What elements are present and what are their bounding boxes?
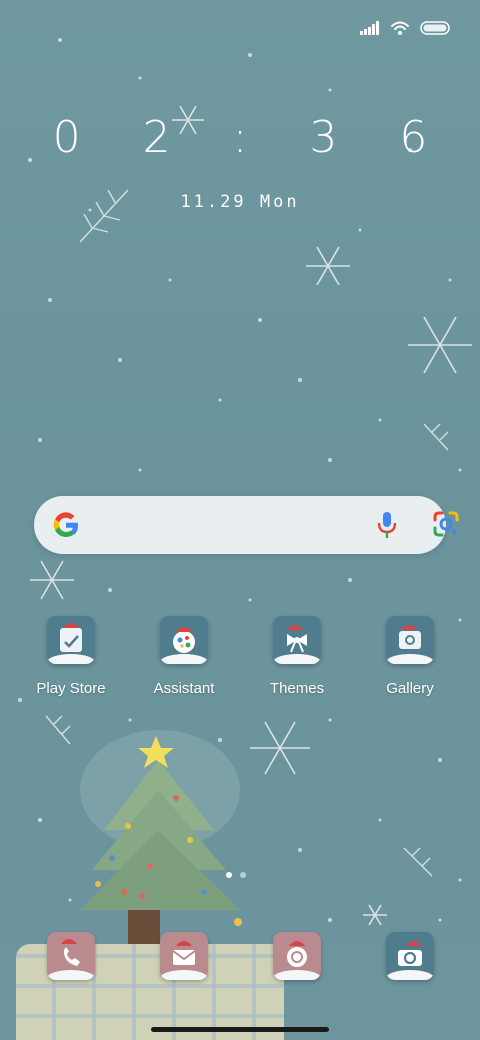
microphone-icon[interactable] <box>376 510 398 545</box>
date-text[interactable]: 11.29 Mon <box>0 192 480 212</box>
google-lens-icon[interactable] <box>432 510 460 543</box>
play-store-icon[interactable] <box>47 616 95 664</box>
app-label: Gallery <box>386 680 434 697</box>
browser-icon[interactable] <box>273 932 321 980</box>
app-label: Themes <box>269 680 325 697</box>
app-label: Play Store <box>36 680 106 697</box>
app-label: Assistant <box>153 680 215 697</box>
google-search-bar[interactable] <box>34 496 459 554</box>
dock-messages[interactable] <box>124 932 244 980</box>
page-dot <box>240 872 246 878</box>
app-assistant[interactable]: Assistant <box>124 616 244 697</box>
clock-widget[interactable]: 0 2 : 3 6 <box>0 112 480 163</box>
dock-camera[interactable] <box>350 932 470 980</box>
dock-browser[interactable] <box>237 932 357 980</box>
assistant-icon[interactable] <box>160 616 208 664</box>
wifi-icon <box>390 20 410 36</box>
home-gesture-bar[interactable] <box>151 1027 329 1032</box>
gallery-icon[interactable] <box>386 616 434 664</box>
battery-icon <box>420 21 450 35</box>
app-play-store[interactable]: Play Store <box>11 616 131 697</box>
cellular-signal-icon <box>360 21 380 35</box>
camera-icon[interactable] <box>386 932 434 980</box>
themes-icon[interactable] <box>273 616 321 664</box>
page-indicator <box>226 872 246 878</box>
google-logo-icon <box>50 509 82 546</box>
page-dot-active <box>226 872 232 878</box>
dock-phone[interactable] <box>11 932 131 980</box>
messages-icon[interactable] <box>160 932 208 980</box>
app-themes[interactable]: Themes <box>237 616 357 697</box>
app-gallery[interactable]: Gallery <box>350 616 470 697</box>
status-bar <box>360 14 450 42</box>
phone-icon[interactable] <box>47 932 95 980</box>
